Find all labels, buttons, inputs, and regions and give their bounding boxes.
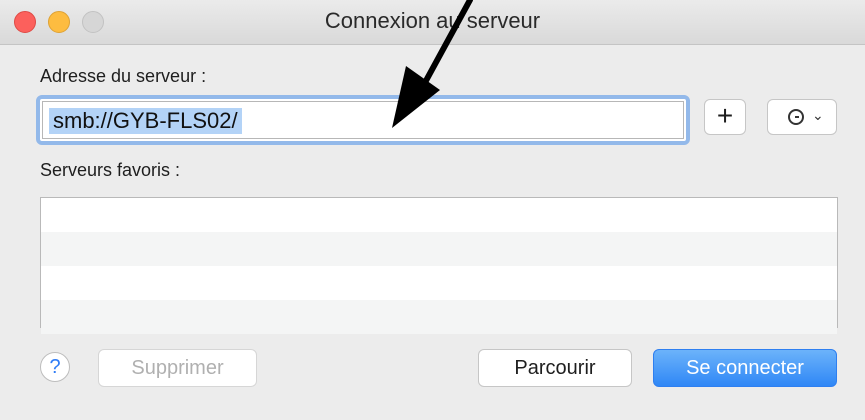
server-address-focus-ring: smb://GYB-FLS02/ bbox=[36, 95, 690, 145]
chevron-down-icon: ⌄ bbox=[812, 107, 824, 123]
recent-servers-button[interactable]: ⌄ bbox=[767, 99, 837, 135]
connect-to-server-window: Connexion au serveur Adresse du serveur … bbox=[0, 0, 865, 420]
server-address-value: smb://GYB-FLS02/ bbox=[49, 108, 242, 134]
help-button[interactable]: ? bbox=[40, 352, 70, 382]
server-address-input[interactable]: smb://GYB-FLS02/ bbox=[42, 101, 684, 139]
favorite-servers-list[interactable] bbox=[40, 197, 838, 334]
clock-icon bbox=[788, 109, 804, 125]
title-bar: Connexion au serveur bbox=[0, 0, 865, 45]
list-item[interactable] bbox=[41, 232, 837, 266]
list-item[interactable] bbox=[41, 266, 837, 300]
list-item[interactable] bbox=[41, 300, 837, 334]
add-favorite-button[interactable]: + bbox=[704, 99, 746, 135]
browse-button[interactable]: Parcourir bbox=[478, 349, 632, 387]
list-item[interactable] bbox=[41, 198, 837, 232]
server-address-label: Adresse du serveur : bbox=[40, 66, 207, 86]
delete-button[interactable]: Supprimer bbox=[98, 349, 257, 387]
connect-button[interactable]: Se connecter bbox=[653, 349, 837, 387]
window-title: Connexion au serveur bbox=[324, 8, 541, 33]
favorite-servers-label: Serveurs favoris : bbox=[40, 160, 181, 180]
